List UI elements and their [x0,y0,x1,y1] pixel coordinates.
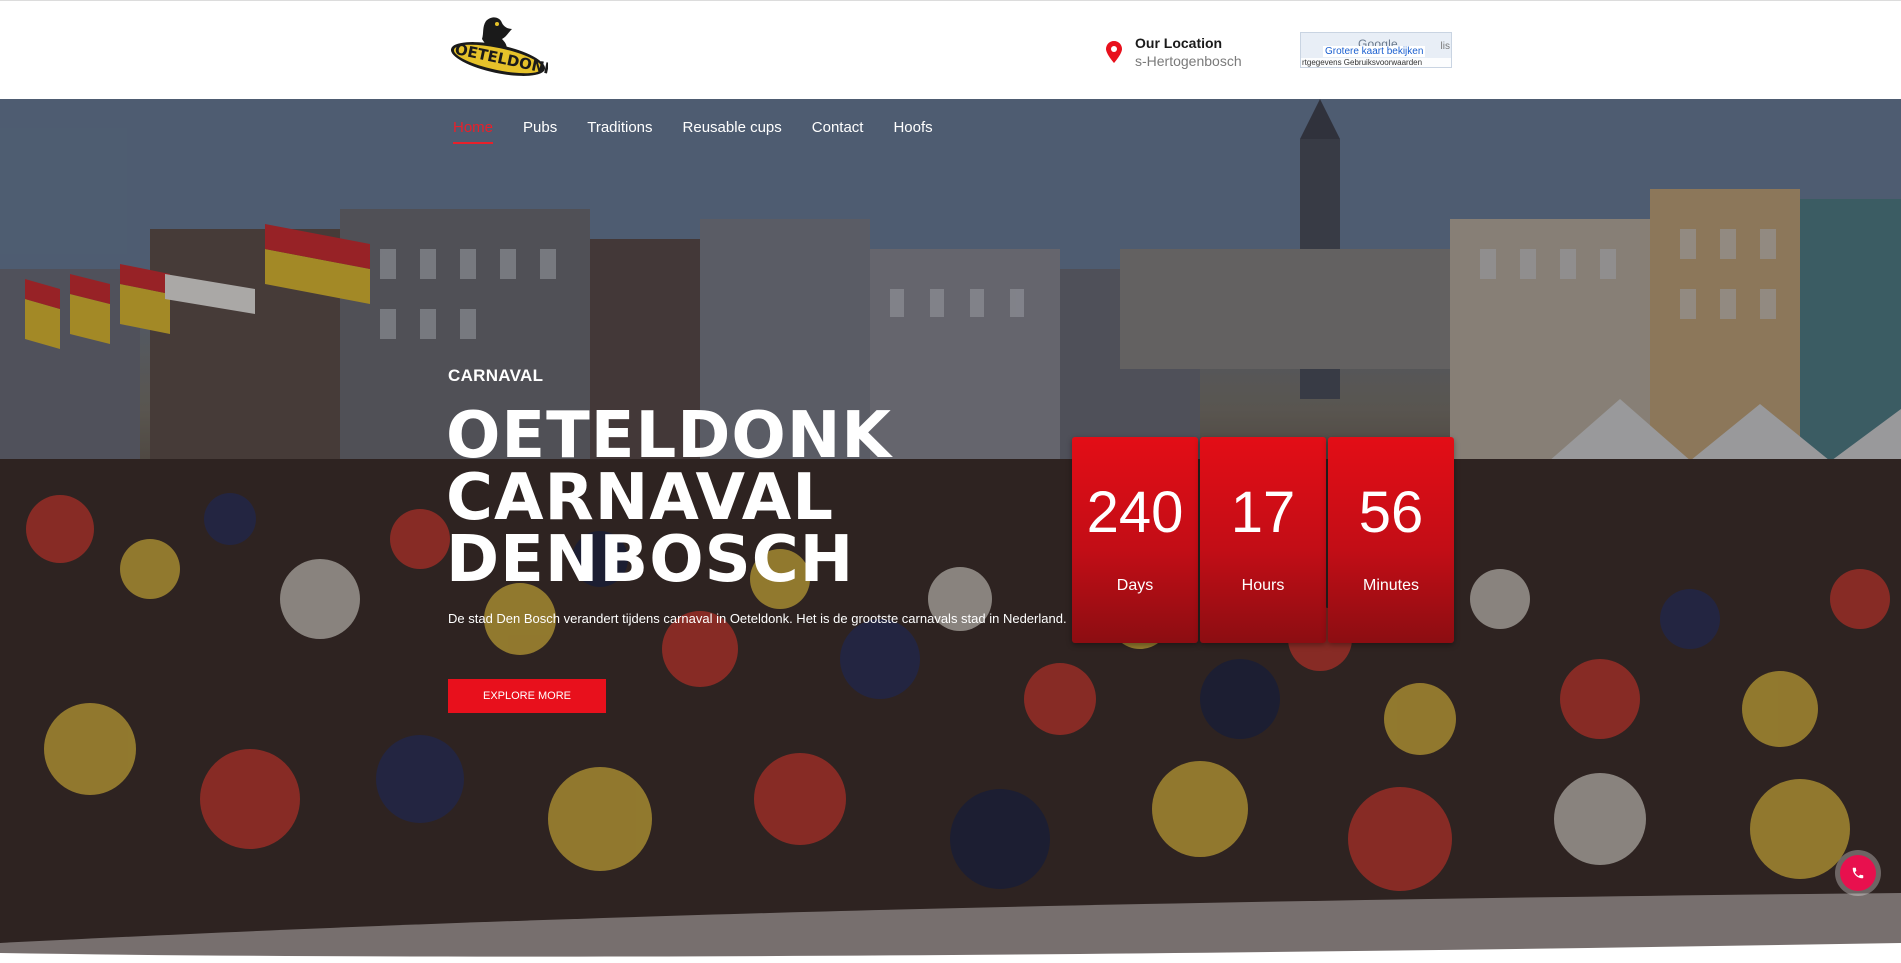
countdown-minutes: 56 Minutes [1328,437,1454,643]
hero-kicker: CARNAVAL [448,366,544,385]
explore-more-button[interactable]: EXPLORE MORE [448,679,606,713]
nav-item-contact[interactable]: Contact [812,119,864,144]
phone-icon [1852,867,1864,879]
countdown-days-value: 240 [1086,480,1184,545]
bottom-corner-tab [1708,950,1866,963]
headline-line-1: OETELDONK [446,399,892,473]
location-value: s-Hertogenbosch [1135,53,1242,69]
countdown-minutes-value: 56 [1358,480,1424,545]
main-nav: Home Pubs Traditions Reusable cups Conta… [453,119,963,144]
oeteldonk-logo[interactable]: OETELDONK [448,15,559,81]
map-pin-icon [1106,41,1122,63]
location-title: Our Location [1135,35,1223,51]
location-block: Our Location s-Hertogenbosch [1105,34,1242,70]
nav-item-hoofs[interactable]: Hoofs [893,119,932,144]
hero-headline: OETELDONK CARNAVAL DENBOSCH [446,399,1006,597]
countdown-hours-value: 17 [1230,480,1296,545]
larger-map-link[interactable]: Grotere kaart bekijken [1323,46,1426,57]
nav-item-reusable-cups[interactable]: Reusable cups [683,119,782,144]
headline-line-3: DENBOSCH [446,523,855,597]
hero-section: Home Pubs Traditions Reusable cups Conta… [0,99,1901,963]
hero-description: De stad Den Bosch verandert tijdens carn… [448,611,1067,626]
floating-call-button[interactable] [1840,855,1876,891]
nav-item-traditions[interactable]: Traditions [587,119,652,144]
nav-item-home[interactable]: Home [453,119,494,144]
map-side-text: lis [1440,41,1450,52]
headline-line-2: CARNAVAL [446,461,835,535]
countdown-hours: 17 Hours [1200,437,1326,643]
countdown-hours-label: Hours [1241,577,1285,594]
hero-bottom-wave [0,893,1901,963]
map-terms[interactable]: rtgegevens Gebruiksvoorwaarden [1301,58,1451,67]
countdown-minutes-label: Minutes [1362,577,1420,594]
countdown-days: 240 Days [1072,437,1198,643]
countdown-days-label: Days [1116,577,1154,594]
nav-item-pubs[interactable]: Pubs [523,119,557,144]
google-map-embed[interactable]: Google Grotere kaart bekijken lis rtgege… [1300,32,1452,68]
top-bar: OETELDONK Our Location s-Hertogenbosch G… [0,0,1901,99]
countdown-timer: 240 Days 17 Hours 56 Minutes [1072,437,1454,643]
